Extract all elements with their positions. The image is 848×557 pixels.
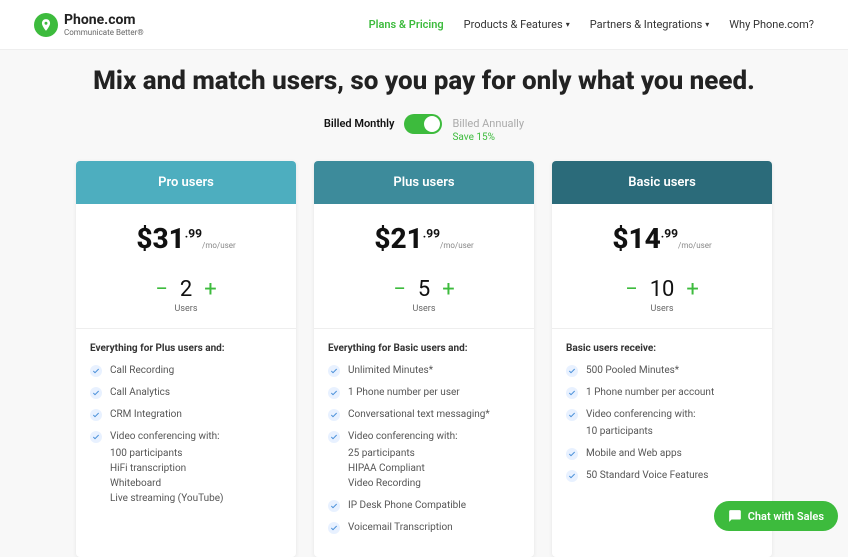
feature-item: Video conferencing with: [90, 430, 282, 444]
billed-monthly-label: Billed Monthly [324, 114, 395, 130]
features-list: Everything for Basic users and: Unlimite… [314, 329, 534, 557]
toggle-knob [424, 116, 440, 132]
increment-button[interactable]: + [686, 277, 698, 302]
check-icon [328, 522, 340, 534]
feature-item: Mobile and Web apps [566, 447, 758, 461]
increment-button[interactable]: + [442, 277, 454, 302]
feature-item: 1 Phone number per user [328, 386, 520, 400]
chevron-down-icon: ▾ [705, 20, 709, 29]
plan-name: Plus users [314, 161, 534, 204]
check-icon [328, 409, 340, 421]
chat-button[interactable]: Chat with Sales [714, 501, 838, 531]
feature-sublist: 100 participantsHiFi transcriptionWhiteb… [90, 446, 282, 506]
users-count: 2 [180, 277, 192, 302]
feature-item: 500 Pooled Minutes* [566, 364, 758, 378]
features-title: Everything for Plus users and: [90, 343, 282, 354]
increment-button[interactable]: + [204, 277, 216, 302]
chevron-down-icon: ▾ [566, 20, 570, 29]
features-title: Basic users receive: [566, 343, 758, 354]
users-count: 5 [418, 277, 430, 302]
plan-card-1: Plus users $21.99/mo/user − 5 + Users Ev… [314, 161, 534, 557]
logo-icon [34, 13, 58, 37]
check-icon [566, 365, 578, 377]
logo[interactable]: Phone.com Communicate Better® [34, 12, 144, 37]
nav-why[interactable]: Why Phone.com? [729, 18, 814, 31]
price: $14.99/mo/user [612, 222, 711, 255]
features-title: Everything for Basic users and: [328, 343, 520, 354]
header: Phone.com Communicate Better® Plans & Pr… [0, 0, 848, 50]
price: $31.99/mo/user [136, 222, 235, 255]
features-list: Everything for Plus users and: Call Reco… [76, 329, 296, 528]
check-icon [328, 365, 340, 377]
features-list: Basic users receive: 500 Pooled Minutes*… [552, 329, 772, 505]
price: $21.99/mo/user [374, 222, 473, 255]
price-area: $31.99/mo/user [76, 204, 296, 269]
feature-item: Call Recording [90, 364, 282, 378]
plan-card-0: Pro users $31.99/mo/user − 2 + Users Eve… [76, 161, 296, 557]
billing-toggle[interactable] [404, 114, 442, 134]
chat-icon [728, 509, 742, 523]
feature-item: 50 Standard Voice Features [566, 469, 758, 483]
nav-products[interactable]: Products & Features▾ [464, 18, 570, 31]
users-label: Users [552, 304, 772, 314]
users-stepper: − 2 + Users [76, 269, 296, 329]
check-icon [566, 409, 578, 421]
feature-sublist: 25 participantsHIPAA CompliantVideo Reco… [328, 446, 520, 491]
nav: Plans & Pricing Products & Features▾ Par… [369, 18, 814, 31]
page-title: Mix and match users, so you pay for only… [0, 66, 848, 96]
feature-item: Video conferencing with: [566, 408, 758, 422]
feature-item: IP Desk Phone Compatible [328, 499, 520, 513]
users-label: Users [314, 304, 534, 314]
plan-name: Pro users [76, 161, 296, 204]
feature-item: Unlimited Minutes* [328, 364, 520, 378]
users-count: 10 [650, 277, 675, 302]
check-icon [566, 387, 578, 399]
feature-item: Voicemail Transcription [328, 521, 520, 535]
save-label: Save 15% [452, 132, 524, 143]
plan-card-2: Basic users $14.99/mo/user − 10 + Users … [552, 161, 772, 557]
check-icon [328, 431, 340, 443]
check-icon [566, 470, 578, 482]
feature-item: CRM Integration [90, 408, 282, 422]
feature-item: Video conferencing with: [328, 430, 520, 444]
decrement-button[interactable]: − [393, 277, 406, 302]
nav-plans[interactable]: Plans & Pricing [369, 18, 444, 31]
feature-sublist: 10 participants [566, 424, 758, 439]
check-icon [90, 409, 102, 421]
check-icon [90, 365, 102, 377]
nav-partners[interactable]: Partners & Integrations▾ [590, 18, 710, 31]
plans-row: Pro users $31.99/mo/user − 2 + Users Eve… [64, 161, 784, 557]
feature-item: Call Analytics [90, 386, 282, 400]
check-icon [90, 431, 102, 443]
users-stepper: − 10 + Users [552, 269, 772, 329]
price-area: $14.99/mo/user [552, 204, 772, 269]
users-stepper: − 5 + Users [314, 269, 534, 329]
users-label: Users [76, 304, 296, 314]
price-area: $21.99/mo/user [314, 204, 534, 269]
check-icon [90, 387, 102, 399]
logo-tagline: Communicate Better® [64, 28, 144, 37]
feature-item: Conversational text messaging* [328, 408, 520, 422]
logo-name: Phone.com [64, 12, 144, 28]
billed-annually-label: Billed Annually [452, 114, 524, 130]
check-icon [328, 500, 340, 512]
plan-name: Basic users [552, 161, 772, 204]
check-icon [566, 448, 578, 460]
decrement-button[interactable]: − [625, 277, 638, 302]
billing-toggle-row: Billed Monthly Billed Annually Save 15% [0, 114, 848, 143]
decrement-button[interactable]: − [155, 277, 168, 302]
feature-item: 1 Phone number per account [566, 386, 758, 400]
check-icon [328, 387, 340, 399]
